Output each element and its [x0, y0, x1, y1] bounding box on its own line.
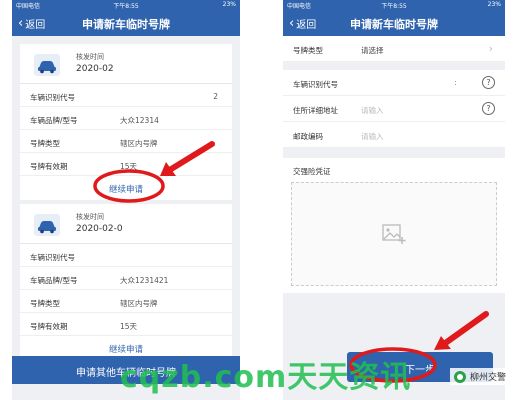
row-key: 车辆识别代号: [30, 93, 75, 102]
info-row: 车辆品牌/型号 大众12314: [20, 107, 232, 130]
insurance-section: 交强险凭证: [283, 158, 505, 293]
info-row: 车辆识别代号: [20, 244, 232, 267]
watermark-text: cqzb.com天天资讯: [120, 360, 412, 395]
right-phone-screen: 中国电信 下午8:55 23% ‹ 返回 申请新车临时号牌 号牌类型 请选择 ›…: [283, 0, 505, 400]
row-right-value: 2: [213, 92, 218, 101]
row-key: 号牌类型: [30, 139, 60, 148]
help-icon[interactable]: ?: [482, 102, 495, 115]
image-upload-icon: [382, 224, 406, 244]
brand-label: 柳州交警: [469, 373, 506, 383]
clock-label: 下午8:55: [381, 3, 407, 10]
row-value: 15天: [120, 322, 138, 331]
info-row: 车辆品牌/型号 大众1231421: [20, 267, 232, 290]
row-key: 车辆品牌/型号: [30, 116, 78, 125]
page-title: 申请新车临时号牌: [350, 18, 438, 31]
vin-field[interactable]: 车辆识别代号 : ?: [283, 70, 505, 96]
car-icon: [34, 54, 60, 76]
info-row: 车辆识别代号 2: [20, 84, 232, 107]
battery-label: 23%: [222, 1, 236, 8]
address-field[interactable]: 住所详细地址 请输入 ?: [283, 96, 505, 122]
plate-record-card: 核发时间 2020-02-0 车辆识别代号 车辆品牌/型号 大众1231421 …: [20, 204, 232, 360]
row-value: 15天: [120, 162, 138, 171]
approve-time-label: 核发时间: [76, 213, 104, 221]
row-value: 大众12314: [120, 116, 159, 125]
plate-record-card: 核发时间 2020-02 车辆识别代号 2 车辆品牌/型号 大众12314 号牌…: [20, 44, 232, 200]
info-row: 号牌类型 辖区内号牌: [20, 290, 232, 313]
continue-apply-link[interactable]: 继续申请: [20, 176, 232, 200]
field-label: 邮政编码: [293, 132, 323, 141]
page-title: 申请新车临时号牌: [82, 18, 170, 31]
status-bar: 中国电信 下午8:55 23%: [12, 0, 240, 10]
approve-date: 2020-02-0: [76, 224, 123, 234]
status-bar: 中国电信 下午8:55 23%: [283, 0, 505, 10]
car-icon: [34, 214, 60, 236]
row-key: 号牌有效期: [30, 322, 68, 331]
field-value: 请选择: [361, 46, 384, 55]
postal-code-input[interactable]: 请输入: [361, 131, 384, 142]
brand-badge: 柳州交警: [449, 368, 510, 385]
help-icon[interactable]: ?: [482, 76, 495, 89]
insurance-label: 交强险凭证: [293, 167, 331, 176]
approve-time-label: 核发时间: [76, 53, 104, 61]
row-key: 车辆识别代号: [30, 253, 75, 262]
row-value: 辖区内号牌: [120, 299, 158, 308]
card-header: 核发时间 2020-02: [20, 44, 232, 84]
field-label: 住所详细地址: [293, 106, 338, 115]
field-label: 车辆识别代号: [293, 80, 338, 89]
address-input[interactable]: 请输入: [361, 105, 384, 116]
police-logo-icon: [453, 370, 466, 383]
row-value: 大众1231421: [120, 276, 169, 285]
insurance-upload-area[interactable]: [291, 182, 497, 286]
field-label: 号牌类型: [293, 46, 323, 55]
info-row: 号牌有效期 15天: [20, 153, 232, 176]
card-header: 核发时间 2020-02-0: [20, 204, 232, 244]
clock-label: 下午8:55: [113, 3, 139, 10]
left-phone-screen: 中国电信 下午8:55 23% ‹ 返回 申请新车临时号牌 核发时间 2020-…: [12, 0, 240, 400]
row-value: 辖区内号牌: [120, 139, 158, 148]
nav-bar: ‹ 返回 申请新车临时号牌: [283, 10, 505, 36]
screenshot-stage: 中国电信 下午8:55 23% ‹ 返回 申请新车临时号牌 核发时间 2020-…: [0, 0, 526, 400]
plate-type-select[interactable]: 号牌类型 请选择 ›: [283, 36, 505, 62]
row-key: 号牌有效期: [30, 162, 68, 171]
info-row: 号牌类型 辖区内号牌: [20, 130, 232, 153]
postal-code-field[interactable]: 邮政编码 请输入: [283, 122, 505, 148]
row-key: 车辆品牌/型号: [30, 276, 78, 285]
field-separator: :: [454, 78, 457, 87]
nav-bar: ‹ 返回 申请新车临时号牌: [12, 10, 240, 36]
chevron-right-icon: ›: [488, 42, 493, 55]
approve-date: 2020-02: [76, 64, 114, 74]
info-row: 号牌有效期 15天: [20, 313, 232, 336]
row-key: 号牌类型: [30, 299, 60, 308]
battery-label: 23%: [487, 1, 501, 8]
